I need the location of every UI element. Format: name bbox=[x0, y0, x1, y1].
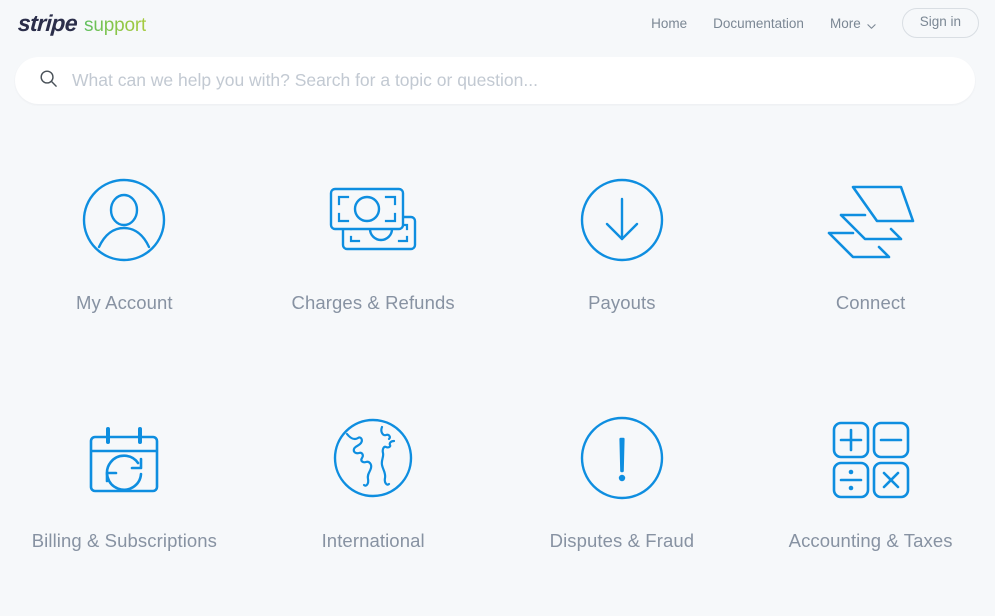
user-circle-icon bbox=[81, 170, 167, 270]
chevron-down-icon bbox=[867, 19, 876, 29]
nav-item-documentation[interactable]: Documentation bbox=[713, 16, 804, 31]
category-billing-subscriptions[interactable]: Billing & Subscriptions bbox=[0, 378, 249, 616]
category-label: Disputes & Fraud bbox=[549, 530, 695, 551]
banknotes-icon bbox=[325, 170, 421, 270]
category-label: My Account bbox=[76, 292, 173, 313]
stacked-layers-icon bbox=[823, 170, 919, 270]
main-navigation: Home Documentation More Sign in bbox=[651, 8, 979, 38]
category-international[interactable]: International bbox=[249, 378, 498, 616]
category-charges-refunds[interactable]: Charges & Refunds bbox=[249, 140, 498, 378]
category-label: Billing & Subscriptions bbox=[31, 530, 218, 551]
site-header: stripe support Home Documentation More S… bbox=[0, 0, 995, 46]
arrow-down-circle-icon bbox=[579, 170, 665, 270]
stripe-wordmark: stripe bbox=[17, 9, 78, 36]
support-wordmark: support bbox=[84, 14, 147, 36]
calculator-operators-icon bbox=[828, 408, 914, 508]
search-input[interactable] bbox=[72, 70, 932, 91]
calendar-refresh-icon bbox=[81, 408, 167, 508]
search-icon bbox=[39, 69, 58, 93]
category-label: International bbox=[321, 530, 425, 551]
category-connect[interactable]: Connect bbox=[746, 140, 995, 378]
nav-item-more-label: More bbox=[829, 15, 861, 31]
nav-item-home[interactable]: Home bbox=[651, 16, 687, 31]
sign-in-button[interactable]: Sign in bbox=[901, 8, 979, 38]
brand-logo[interactable]: stripe support bbox=[17, 9, 147, 37]
category-label: Payouts bbox=[588, 292, 656, 313]
category-label: Charges & Refunds bbox=[291, 292, 455, 313]
exclamation-circle-icon bbox=[579, 408, 665, 508]
category-payouts[interactable]: Payouts bbox=[498, 140, 747, 378]
category-my-account[interactable]: My Account bbox=[0, 140, 249, 378]
category-label: Connect bbox=[835, 292, 906, 313]
search-bar[interactable] bbox=[15, 57, 975, 104]
category-grid: My Account Charges & Refunds Payouts Con… bbox=[0, 140, 995, 616]
category-label: Accounting & Taxes bbox=[788, 530, 953, 551]
category-disputes-fraud[interactable]: Disputes & Fraud bbox=[498, 378, 747, 616]
nav-item-more[interactable]: More bbox=[830, 16, 876, 31]
category-accounting-taxes[interactable]: Accounting & Taxes bbox=[746, 378, 995, 616]
globe-icon bbox=[330, 408, 416, 508]
